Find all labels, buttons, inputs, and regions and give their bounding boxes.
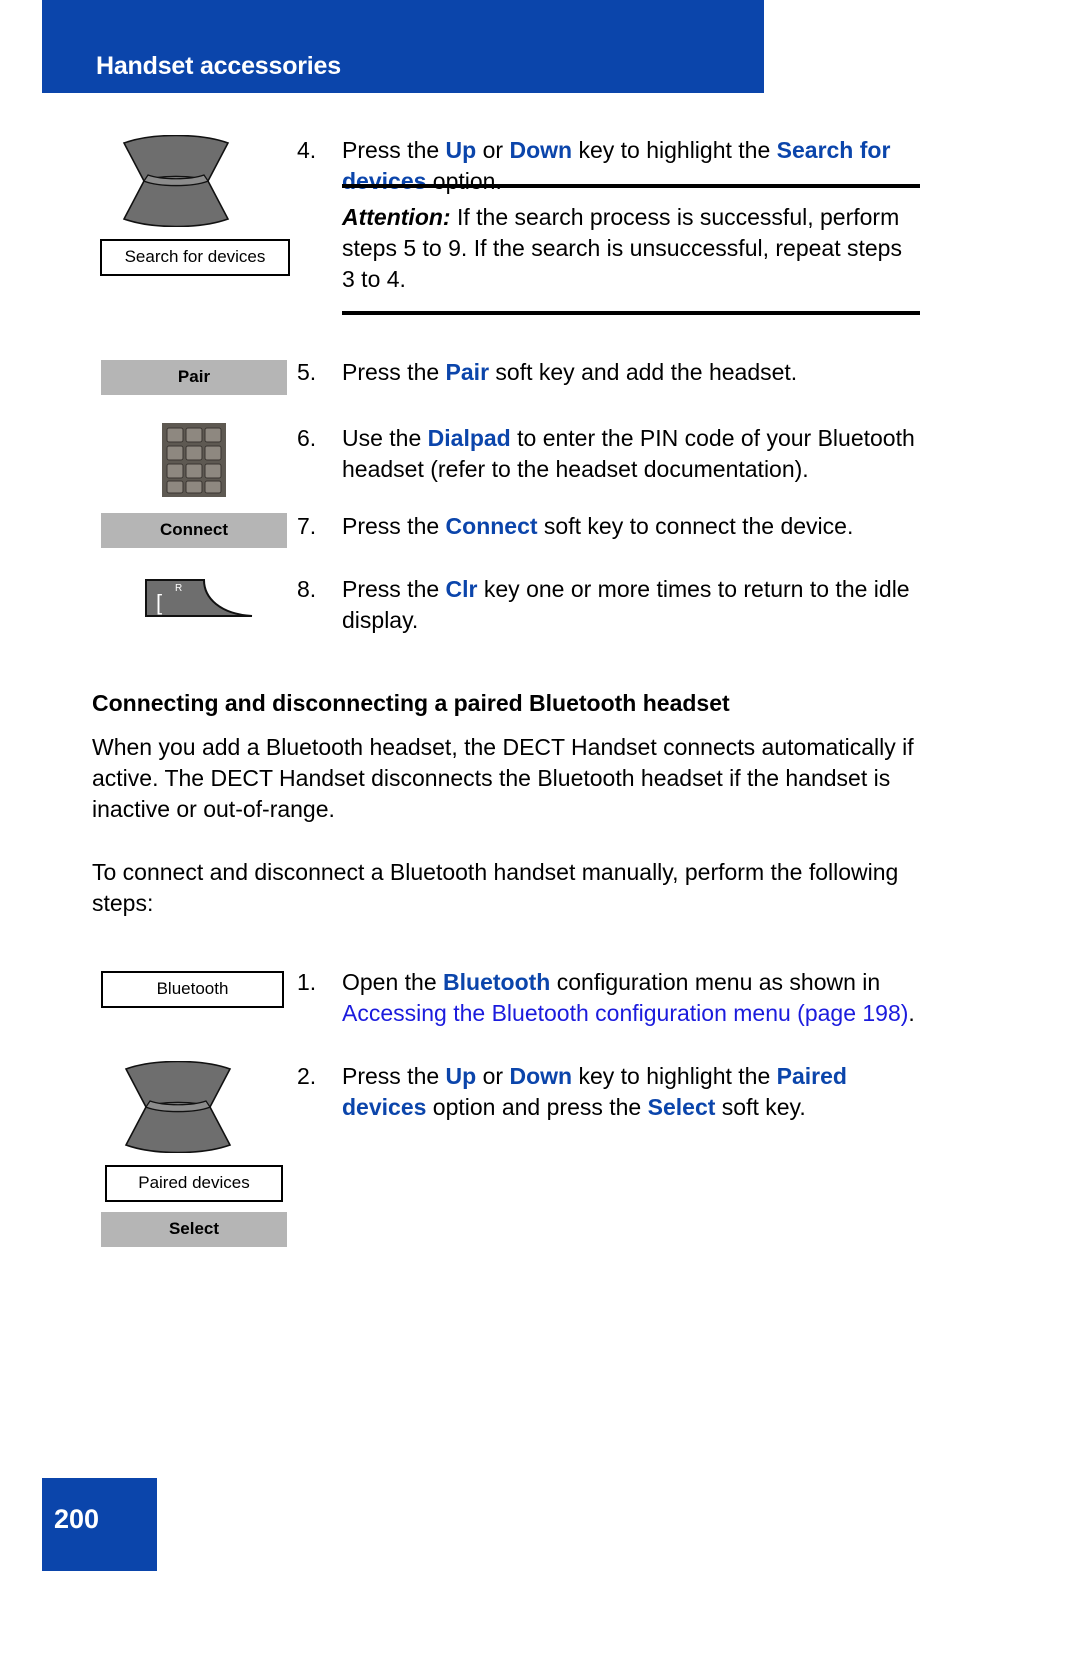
step-b2-seg-0: Press the xyxy=(342,1063,446,1089)
step-row-8: R [ 8. Press the Clr key one or more tim… xyxy=(0,574,1080,636)
step-b2-seg-1: Up xyxy=(445,1063,477,1089)
section-paragraph-1: When you add a Bluetooth headset, the DE… xyxy=(92,734,914,822)
step-4-seg-0: Press the xyxy=(342,137,446,163)
page-number: 200 xyxy=(54,1504,100,1534)
step-7-seg-2: soft key to connect the device. xyxy=(537,513,854,539)
step-8-seg-0: Press the xyxy=(342,576,446,602)
soft-key-pair[interactable]: Pair xyxy=(101,360,287,395)
step-5-seg-1: Pair xyxy=(445,359,490,385)
attention-note-row: Attention: If the search process is succ… xyxy=(0,184,1080,315)
step-b1-gutter: Bluetooth xyxy=(92,967,297,1008)
step-5-seg-2: soft key and add the headset. xyxy=(489,359,798,385)
step-8-text: Press the Clr key one or more times to r… xyxy=(342,574,920,636)
step-5-gutter: Pair xyxy=(92,357,297,395)
step-b1-seg-4: . xyxy=(908,1000,915,1026)
step-7-seg-0: Press the xyxy=(342,513,446,539)
step-4-seg-4: key to highlight the xyxy=(572,137,777,163)
svg-text:[: [ xyxy=(156,590,162,615)
step-b2-seg-6: option and press the xyxy=(426,1094,648,1120)
step-5-seg-0: Press the xyxy=(342,359,446,385)
display-option-paired-devices: Paired devices xyxy=(105,1165,283,1202)
page-title: Handset accessories xyxy=(96,52,341,80)
step-4-seg-3: Down xyxy=(509,137,573,163)
step-b2-seg-8: soft key. xyxy=(715,1094,806,1120)
step-5-text: Press the Pair soft key and add the head… xyxy=(342,357,920,388)
attention-note: Attention: If the search process is succ… xyxy=(342,184,920,315)
step-b2-seg-2: or xyxy=(476,1063,510,1089)
cross-reference-link[interactable]: Accessing the Bluetooth configuration me… xyxy=(342,1000,908,1026)
clr-key-icon: R [ xyxy=(142,574,254,620)
step-8-gutter: R [ xyxy=(92,574,297,620)
soft-key-select[interactable]: Select xyxy=(101,1212,287,1247)
step-6-number: 6. xyxy=(297,425,317,451)
step-b2-number: 2. xyxy=(297,1063,317,1089)
step-b2-gutter: Paired devices Select xyxy=(92,1061,297,1247)
step-7-number: 7. xyxy=(297,513,317,539)
step-8-number: 8. xyxy=(297,576,317,602)
step-b1-seg-0: Open the xyxy=(342,969,444,995)
step-b2-text: Press the Up or Down key to highlight th… xyxy=(342,1061,920,1123)
dialpad-icon xyxy=(162,423,226,497)
step-6-seg-0: Use the xyxy=(342,425,428,451)
attention-label: Attention: xyxy=(342,204,451,230)
attention-note-body: Attention: If the search process is succ… xyxy=(342,188,920,311)
step-row-b1: Bluetooth 1. Open the Bluetooth configur… xyxy=(0,967,1080,1029)
soft-key-connect[interactable]: Connect xyxy=(101,513,287,548)
attention-rule-bottom xyxy=(342,311,920,315)
step-b2-seg-3: Down xyxy=(509,1063,573,1089)
step-4-seg-1: Up xyxy=(445,137,477,163)
step-b2-seg-7: Select xyxy=(647,1094,716,1120)
step-6-seg-1: Dialpad xyxy=(427,425,511,451)
step-row-7: Connect 7. Press the Connect soft key to… xyxy=(0,511,1080,548)
step-8-seg-1: Clr xyxy=(445,576,478,602)
page-header-bar: Handset accessories xyxy=(42,0,764,93)
step-7-text: Press the Connect soft key to connect th… xyxy=(342,511,920,542)
step-7-gutter: Connect xyxy=(92,511,297,548)
step-b1-seg-2: configuration menu as shown in xyxy=(550,969,881,995)
step-4-seg-2: or xyxy=(476,137,510,163)
step-b2-seg-4: key to highlight the xyxy=(572,1063,777,1089)
step-b1-text: Open the Bluetooth configuration menu as… xyxy=(342,967,920,1029)
section-paragraph-2: To connect and disconnect a Bluetooth ha… xyxy=(92,859,899,916)
section-heading: Connecting and disconnecting a paired Bl… xyxy=(92,690,730,716)
page-content: Search for devices 4. Press the Up or Do… xyxy=(0,93,1080,1247)
display-option-bluetooth: Bluetooth xyxy=(101,971,284,1008)
navigation-up-down-key-icon xyxy=(114,1061,242,1153)
step-b1-number: 1. xyxy=(297,969,317,995)
step-6-text: Use the Dialpad to enter the PIN code of… xyxy=(342,423,920,485)
step-5-number: 5. xyxy=(297,359,317,385)
step-4-number: 4. xyxy=(297,137,317,163)
step-row-5: Pair 5. Press the Pair soft key and add … xyxy=(0,357,1080,395)
svg-text:R: R xyxy=(175,583,182,594)
step-b1-seg-1: Bluetooth xyxy=(443,969,551,995)
step-row-6: 6. Use the Dialpad to enter the PIN code… xyxy=(0,423,1080,497)
step-7-seg-1: Connect xyxy=(445,513,538,539)
step-row-b2: Paired devices Select 2. Press the Up or… xyxy=(0,1061,1080,1247)
step-6-gutter xyxy=(92,423,297,497)
